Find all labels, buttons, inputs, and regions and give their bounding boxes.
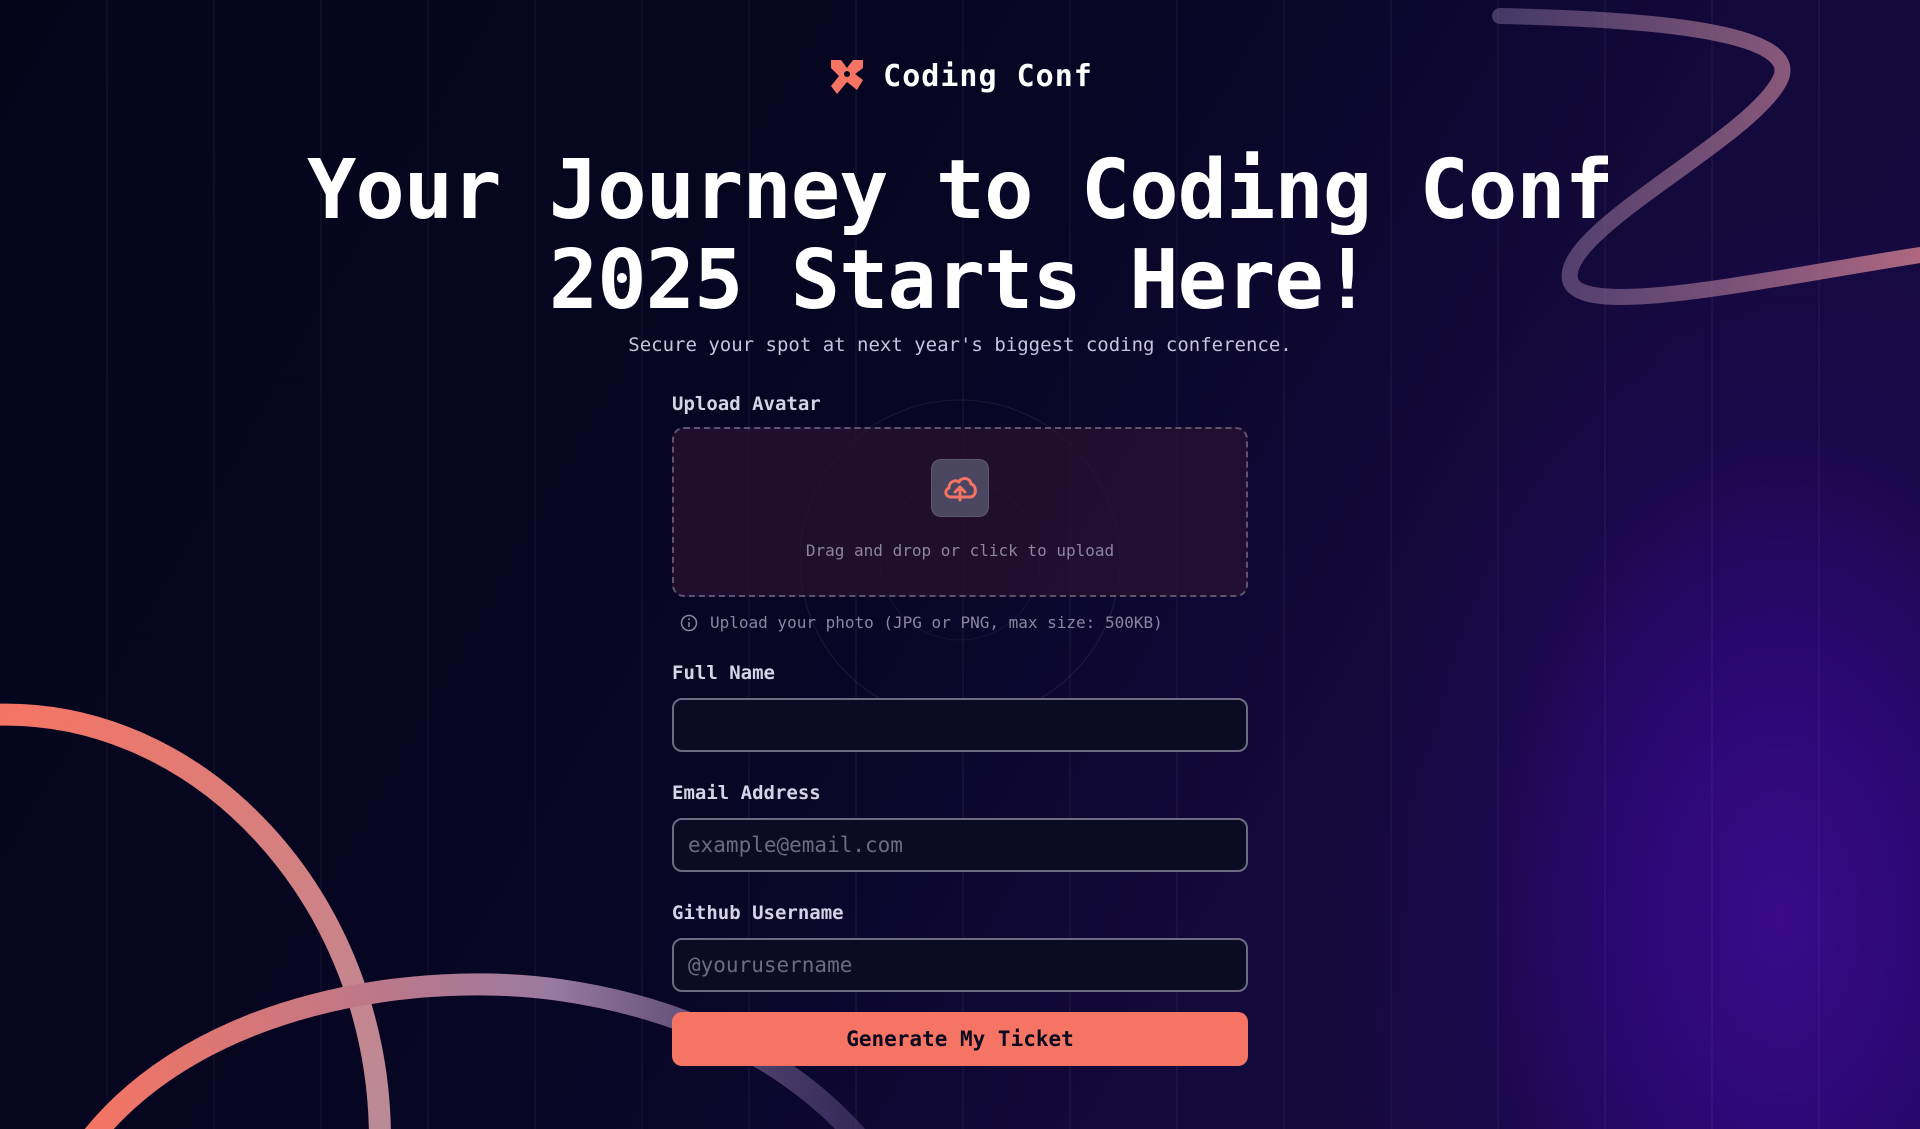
dropzone-instructions: Drag and drop or click to upload bbox=[805, 541, 1115, 560]
info-icon bbox=[680, 614, 698, 631]
full-name-input[interactable] bbox=[672, 698, 1248, 752]
upload-cloud-icon bbox=[944, 477, 977, 502]
generate-ticket-button[interactable]: Generate My Ticket bbox=[672, 1012, 1248, 1066]
brand-name: Coding Conf bbox=[883, 58, 1093, 94]
page-subtitle: Secure your spot at next year's biggest … bbox=[628, 334, 1292, 356]
email-field: Email Address bbox=[672, 782, 1248, 872]
ticket-form: Upload Avatar Drag and drop or click to … bbox=[672, 393, 1248, 1066]
avatar-hint: Upload your photo (JPG or PNG, max size:… bbox=[672, 613, 1248, 632]
github-label: Github Username bbox=[672, 902, 844, 924]
avatar-dropzone[interactable]: Drag and drop or click to upload bbox=[672, 427, 1248, 597]
email-label: Email Address bbox=[672, 782, 821, 804]
full-name-field: Full Name bbox=[672, 662, 1248, 752]
headline-line-1: Your Journey to Coding Conf bbox=[307, 143, 1614, 238]
full-name-label: Full Name bbox=[672, 662, 775, 684]
page-background: Coding Conf Your Journey to Coding Conf … bbox=[0, 0, 1920, 1129]
upload-avatar-label: Upload Avatar bbox=[672, 393, 821, 415]
upload-icon-button[interactable] bbox=[931, 459, 989, 517]
github-input[interactable] bbox=[672, 938, 1248, 992]
headline-line-2: 2025 Starts Here! bbox=[548, 233, 1372, 328]
page-title: Your Journey to Coding Conf 2025 Starts … bbox=[0, 146, 1920, 326]
avatar-hint-text: Upload your photo (JPG or PNG, max size:… bbox=[710, 613, 1163, 632]
github-field: Github Username bbox=[672, 902, 1248, 992]
email-input[interactable] bbox=[672, 818, 1248, 872]
coding-conf-logo-icon bbox=[831, 60, 864, 94]
brand-logo[interactable]: Coding Conf bbox=[0, 56, 1920, 96]
